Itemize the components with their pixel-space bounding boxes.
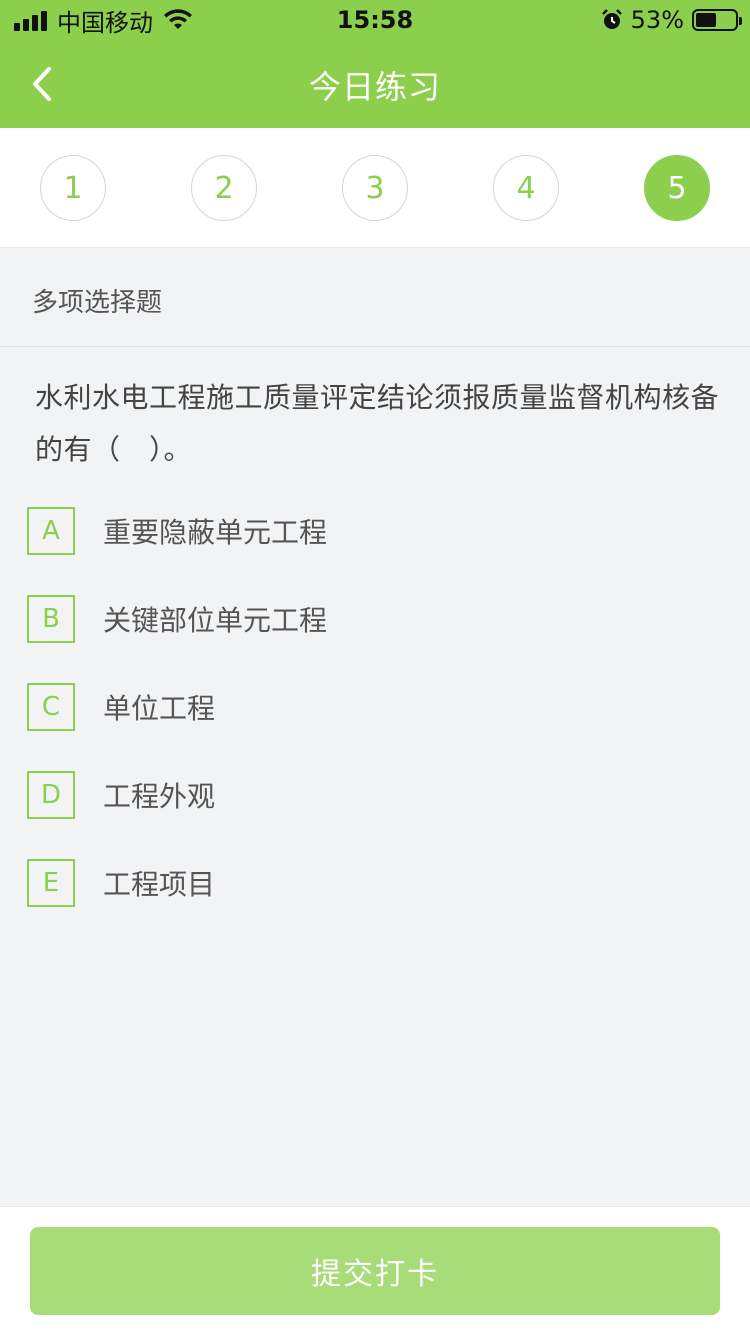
- app-screen: 中国移动 15:58 53% 今日练习 1 2 3 4 5 多项选择题 水利水电…: [0, 0, 750, 1334]
- question-tabs: 1 2 3 4 5: [0, 128, 750, 248]
- nav-bar: 今日练习: [0, 40, 750, 128]
- question-text: 水利水电工程施工质量评定结论须报质量监督机构核备的有（ ）。: [35, 381, 720, 466]
- battery-icon: [692, 9, 742, 31]
- battery-level-fill: [696, 13, 716, 27]
- option-text: 关键部位单元工程: [103, 604, 328, 637]
- tab-question-5[interactable]: 5: [644, 155, 710, 221]
- footer-bar: 提交打卡: [0, 1206, 750, 1334]
- option-letter: C: [27, 683, 75, 731]
- top-bar: 中国移动 15:58 53% 今日练习: [0, 0, 750, 128]
- tab-question-1[interactable]: 1: [40, 155, 106, 221]
- option-text: 工程项目: [103, 868, 216, 901]
- option-letter: D: [27, 771, 75, 819]
- option-letter: B: [27, 595, 75, 643]
- tab-question-3[interactable]: 3: [342, 155, 408, 221]
- option-text: 单位工程: [103, 692, 216, 725]
- tab-question-4[interactable]: 4: [493, 155, 559, 221]
- option-b[interactable]: B 关键部位单元工程: [27, 595, 727, 643]
- option-a[interactable]: A 重要隐蔽单元工程: [27, 507, 727, 555]
- battery-percent: 53%: [630, 6, 684, 34]
- alarm-icon: [601, 9, 622, 29]
- option-text: 工程外观: [103, 780, 216, 813]
- question-type-header: 多项选择题: [0, 249, 750, 347]
- status-right: 53%: [601, 6, 742, 34]
- option-e[interactable]: E 工程项目: [27, 859, 727, 907]
- option-text: 重要隐蔽单元工程: [103, 516, 328, 549]
- status-bar: 中国移动 15:58 53%: [0, 0, 750, 40]
- submit-checkin-button[interactable]: 提交打卡: [30, 1227, 720, 1315]
- page-title: 今日练习: [308, 68, 441, 106]
- option-letter: E: [27, 859, 75, 907]
- option-c[interactable]: C 单位工程: [27, 683, 727, 731]
- option-d[interactable]: D 工程外观: [27, 771, 727, 819]
- option-letter: A: [27, 507, 75, 555]
- question-type-label: 多项选择题: [32, 288, 163, 318]
- tab-question-2[interactable]: 2: [191, 155, 257, 221]
